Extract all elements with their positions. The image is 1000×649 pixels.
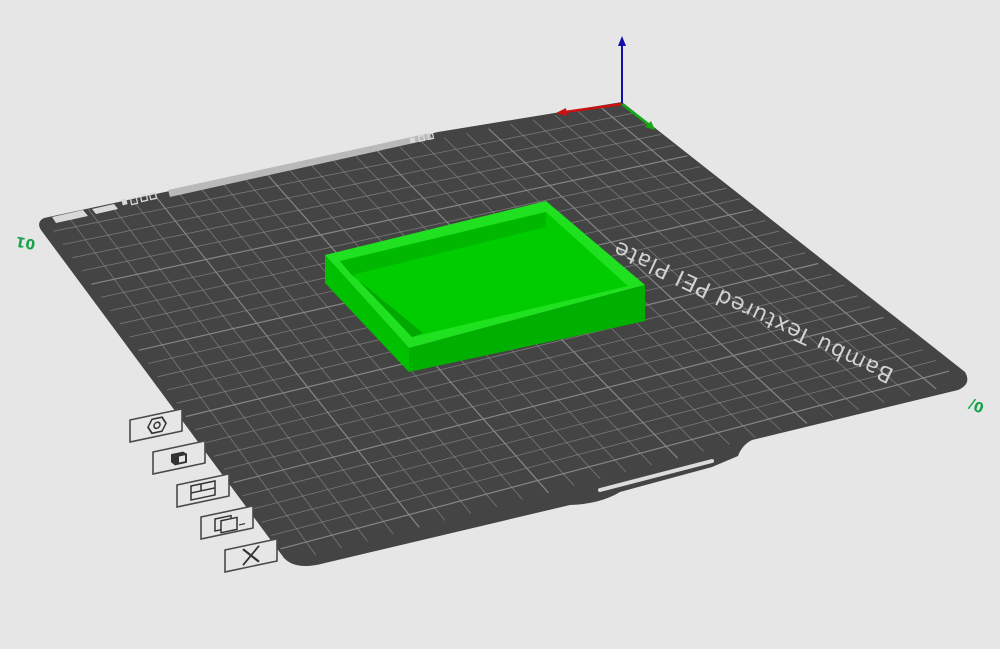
delete-plate-button[interactable] [224, 537, 278, 573]
layout-button[interactable] [176, 472, 230, 508]
3d-viewport[interactable]: Bambu Textured PEI Plate 01 0/ [0, 0, 1000, 649]
orient-button[interactable] [152, 439, 206, 475]
z-axis-arrow [618, 36, 626, 46]
arrange-button[interactable] [129, 407, 183, 443]
plate-number-right: 0/ [966, 395, 986, 415]
plate-settings-button[interactable] [200, 504, 254, 540]
plate-number-left: 01 [15, 233, 37, 252]
